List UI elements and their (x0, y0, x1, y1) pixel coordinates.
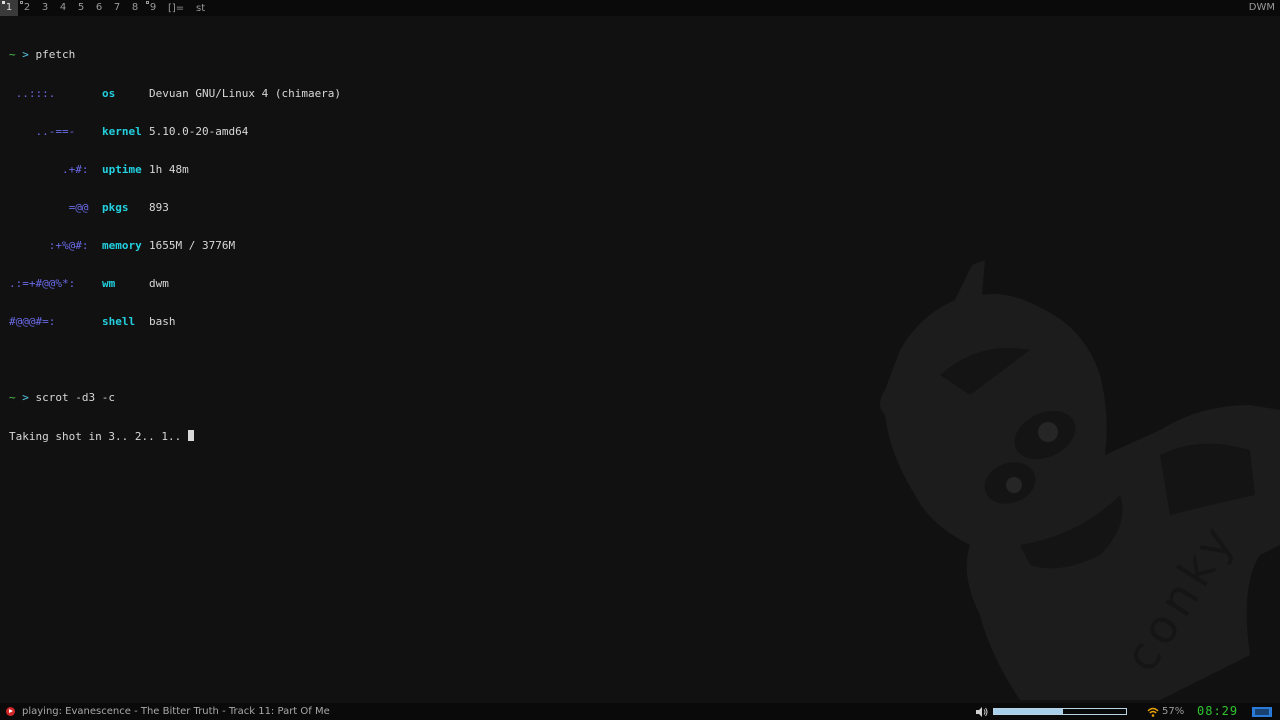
wifi-icon[interactable] (1147, 707, 1159, 717)
tag-occupied-indicator (20, 1, 23, 4)
pfetch-key: wm (102, 276, 116, 290)
command-text: pfetch (35, 48, 76, 62)
output-line: Taking shot in 3.. 2.. 1.. (9, 430, 341, 443)
pfetch-row: .:=+#@@%*: wm dwm (9, 276, 341, 291)
prompt-tilde: ~ (9, 391, 16, 405)
pfetch-value: bash (149, 315, 176, 329)
pfetch-row: #@@@#=: shell bash (9, 315, 341, 329)
prompt-arrow: > (22, 391, 29, 405)
volume-slider-fill (994, 709, 1063, 714)
pfetch-row: =@@ pkgs 893 (9, 200, 341, 215)
tag-6[interactable]: 6 (90, 0, 108, 16)
tag-label: 9 (149, 2, 157, 13)
pfetch-value: 5.10.0-20-amd64 (149, 124, 249, 138)
tag-4[interactable]: 4 (54, 0, 72, 16)
prompt-line: ~ > scrot -d3 -c (9, 391, 341, 405)
pfetch-logo: .:=+#@@%*: (9, 276, 76, 290)
tag-label: 8 (131, 2, 139, 13)
pfetch-value: 893 (149, 200, 169, 214)
text-cursor (187, 430, 194, 442)
tag-label: 7 (113, 2, 121, 13)
tag-5[interactable]: 5 (72, 0, 90, 16)
dwm-logo-icon (1252, 707, 1272, 717)
pfetch-key: uptime (102, 162, 142, 176)
tag-3[interactable]: 3 (36, 0, 54, 16)
pfetch-row: .+#: uptime 1h 48m (9, 162, 341, 177)
wifi-strength: 57% (1162, 706, 1185, 717)
tag-7[interactable]: 7 (108, 0, 126, 16)
pfetch-logo: #@@@#=: (9, 315, 56, 329)
volume-slider[interactable] (993, 708, 1127, 715)
tag-occupied-indicator (2, 1, 5, 4)
tag-label: 4 (59, 2, 67, 13)
pfetch-logo: =@@ (9, 200, 89, 214)
pfetch-key: shell (102, 315, 136, 329)
tag-label: 3 (41, 2, 49, 13)
pfetch-logo: ..-==- (9, 124, 76, 138)
wallpaper-conky-art: conky (880, 260, 1280, 700)
pfetch-row: :+%@#: memory 1655M / 3776M (9, 238, 341, 253)
tag-label: 6 (95, 2, 103, 13)
pfetch-value: 1h 48m (149, 162, 189, 176)
terminal[interactable]: ~ > pfetch ..:::. os Devuan GNU/Linux 4 (c… (9, 24, 341, 456)
now-playing-text[interactable]: playing: Evanescence - The Bitter Truth … (22, 703, 330, 720)
prompt-tilde: ~ (9, 48, 16, 62)
tag-9[interactable]: 9 (144, 0, 162, 16)
tag-8[interactable]: 8 (126, 0, 144, 16)
tag-label: 5 (77, 2, 85, 13)
play-icon[interactable] (6, 707, 15, 716)
pfetch-logo: ..:::. (9, 86, 56, 100)
pfetch-value: 1655M / 3776M (149, 238, 236, 252)
layout-symbol[interactable]: []= (168, 3, 192, 14)
tag-occupied-indicator (146, 1, 149, 4)
pfetch-value: dwm (149, 276, 169, 290)
wm-name: DWM (1248, 2, 1275, 13)
pfetch-value: Devuan GNU/Linux 4 (chimaera) (149, 86, 342, 100)
tag-2[interactable]: 2 (18, 0, 36, 16)
bottom-bar: playing: Evanescence - The Bitter Truth … (0, 703, 1280, 720)
tag-label: 1 (5, 2, 13, 13)
pfetch-key: memory (102, 238, 142, 252)
command-output: Taking shot in 3.. 2.. 1.. (9, 430, 188, 444)
pfetch-key: os (102, 86, 116, 100)
volume-icon[interactable] (976, 707, 988, 717)
prompt-line: ~ > pfetch (9, 49, 341, 62)
pfetch-key: pkgs (102, 200, 129, 214)
pfetch-logo: .+#: (9, 162, 89, 176)
prompt-arrow: > (22, 48, 29, 62)
clock: 08:29 (1197, 704, 1239, 718)
pfetch-row: ..:::. os Devuan GNU/Linux 4 (chimaera) (9, 86, 342, 101)
window-title: st (196, 2, 206, 14)
command-text: scrot -d3 -c (35, 391, 115, 405)
pfetch-logo: :+%@#: (9, 238, 89, 252)
tag-label: 2 (23, 2, 31, 13)
top-bar: 1 2 3 4 5 6 7 8 9 []= st DWM (0, 0, 1280, 16)
pfetch-row: ..-==- kernel 5.10.0-20-amd64 (9, 124, 341, 139)
pfetch-key: kernel (102, 124, 142, 138)
tag-1[interactable]: 1 (0, 0, 18, 16)
